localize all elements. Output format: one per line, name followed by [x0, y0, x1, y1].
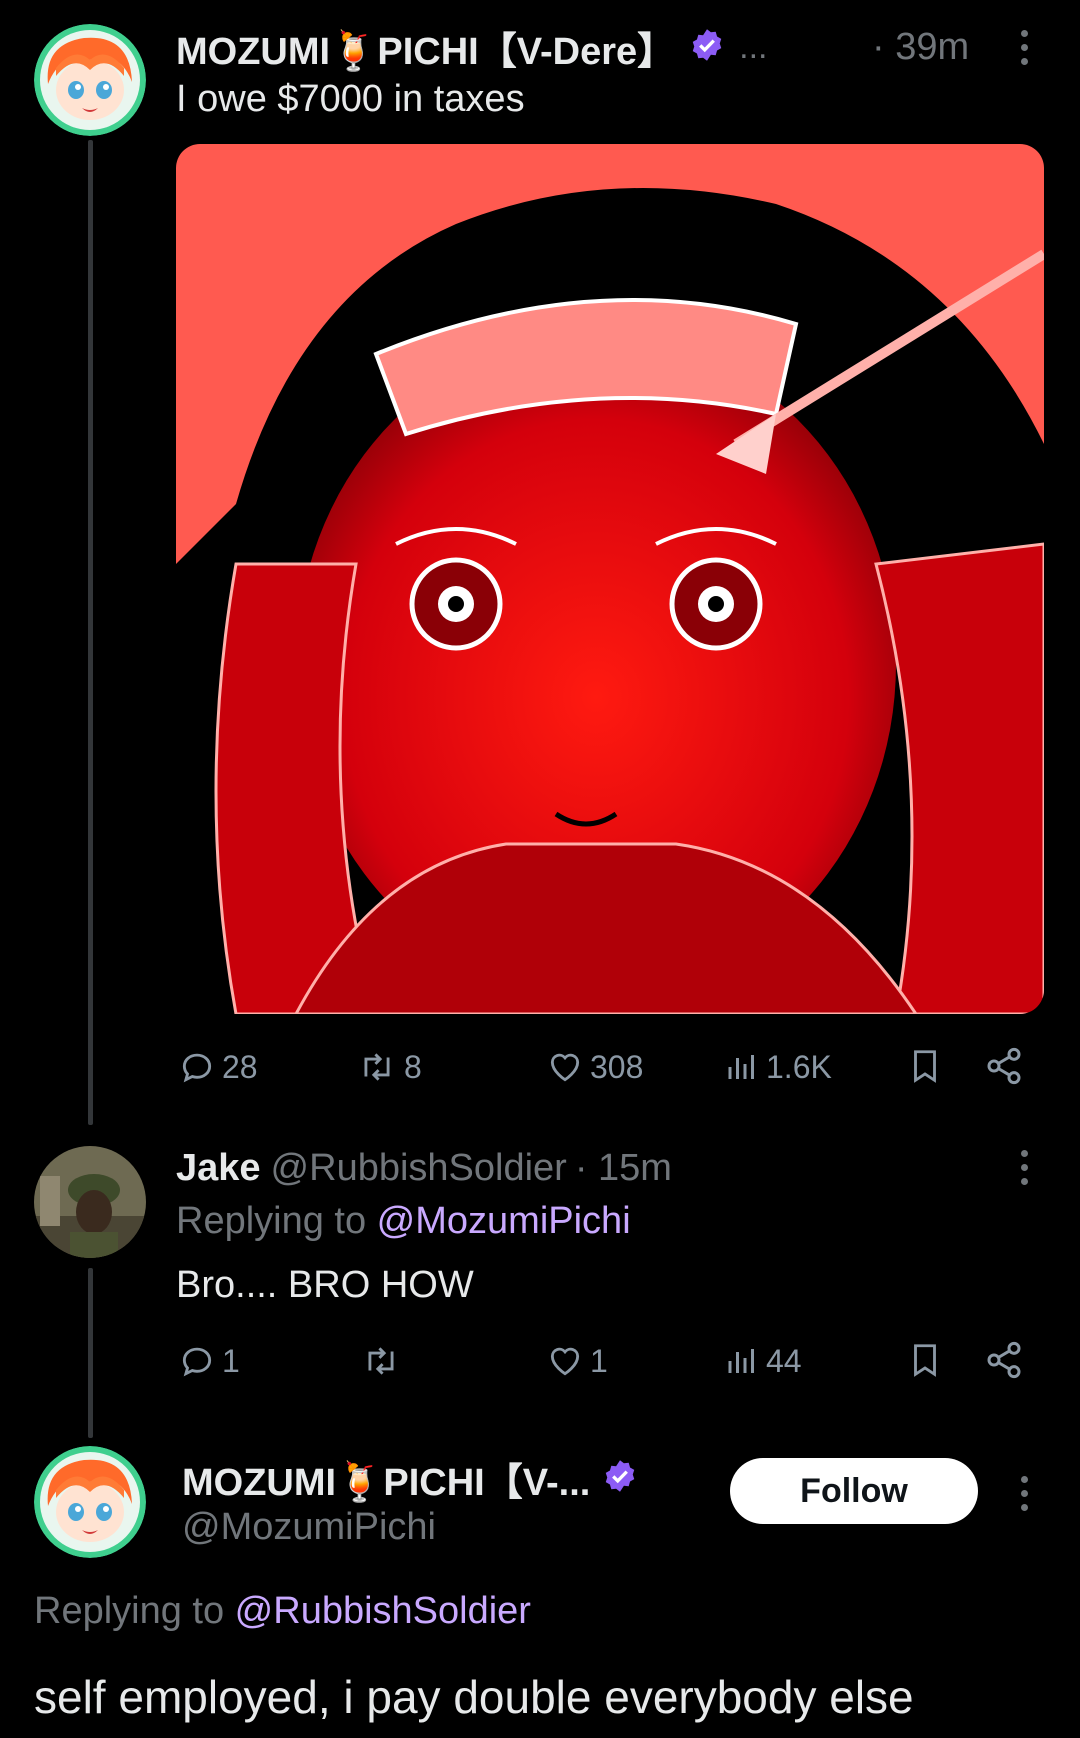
user-handle[interactable]: @MozumiPichi: [182, 1506, 436, 1549]
avatar-jake[interactable]: [34, 1146, 146, 1258]
like-icon: [550, 1347, 580, 1376]
replying-to: Replying to @MozumiPichi: [176, 1200, 631, 1243]
views-icon: [728, 1349, 754, 1373]
more-icon[interactable]: [1018, 30, 1030, 65]
views-button[interactable]: 1.6K: [724, 1048, 832, 1086]
replying-prefix: Replying to: [176, 1200, 377, 1242]
reply-button[interactable]: 1: [178, 1342, 240, 1380]
retweet-icon: [364, 1053, 390, 1081]
replying-mention[interactable]: @RubbishSoldier: [235, 1590, 531, 1632]
views-button[interactable]: 44: [724, 1342, 802, 1380]
retweet-count: 8: [404, 1048, 422, 1085]
tweet1-header: MOZUMI🍹PICHI【V-Dere】 ... · 39m: [176, 20, 1016, 75]
bookmark-button[interactable]: [906, 1046, 944, 1086]
tweet-media-image[interactable]: [176, 144, 1044, 1014]
verified-icon: [602, 1458, 638, 1499]
reply-icon: [182, 1347, 212, 1377]
share-icon: [987, 1047, 1021, 1085]
tweet2-header: Jake @RubbishSoldier · 15m: [176, 1142, 672, 1194]
retweet-button[interactable]: 8: [356, 1048, 422, 1086]
tweet-time[interactable]: · 15m: [575, 1147, 672, 1190]
bookmark-icon: [914, 1344, 936, 1377]
replying-prefix: Replying to: [34, 1590, 235, 1632]
like-count: 308: [590, 1048, 644, 1085]
views-icon: [728, 1055, 754, 1079]
avatar-mozumi[interactable]: [34, 1446, 146, 1558]
tweet-text: self employed, i pay double everybody el…: [34, 1671, 914, 1723]
replying-mention[interactable]: @MozumiPichi: [377, 1200, 631, 1242]
display-name[interactable]: MOZUMI🍹PICHI【V-Dere】: [176, 20, 675, 75]
share-icon: [987, 1341, 1021, 1379]
reply-count: 28: [222, 1048, 258, 1085]
retweet-icon: [368, 1347, 394, 1375]
tweet3-header: MOZUMI🍹PICHI【V-...: [182, 1452, 638, 1504]
reply-count: 1: [222, 1342, 240, 1379]
reply-button[interactable]: 28: [178, 1048, 258, 1086]
display-name[interactable]: Jake: [176, 1147, 261, 1190]
thread-line: [88, 1268, 93, 1438]
user-handle[interactable]: @RubbishSoldier: [271, 1147, 567, 1190]
replying-to: Replying to @RubbishSoldier: [34, 1590, 531, 1633]
verified-icon: [689, 27, 725, 68]
share-button[interactable]: [984, 1046, 1024, 1086]
like-button[interactable]: 1: [546, 1342, 608, 1380]
more-icon[interactable]: [1018, 1476, 1030, 1511]
reply-icon: [182, 1053, 212, 1083]
avatar-mozumi[interactable]: [34, 24, 146, 136]
like-count: 1: [590, 1342, 608, 1379]
display-name[interactable]: MOZUMI🍹PICHI【V-...: [182, 1451, 590, 1506]
follow-button[interactable]: Follow: [730, 1458, 978, 1524]
share-button[interactable]: [984, 1340, 1024, 1380]
more-icon[interactable]: [1018, 1150, 1030, 1185]
like-icon: [550, 1053, 580, 1082]
view-count: 1.6K: [766, 1048, 832, 1085]
like-button[interactable]: 308: [546, 1048, 643, 1086]
retweet-button[interactable]: [360, 1342, 408, 1380]
name-ellipsis: ...: [739, 27, 768, 66]
tweet-text: Bro.... BRO HOW: [176, 1264, 474, 1306]
bookmark-icon: [914, 1050, 936, 1083]
thread-line: [88, 140, 93, 1125]
view-count: 44: [766, 1342, 802, 1379]
tweet-text: I owe $7000 in taxes: [176, 78, 525, 120]
bookmark-button[interactable]: [906, 1340, 944, 1380]
tweet-time[interactable]: · 39m: [872, 26, 969, 69]
